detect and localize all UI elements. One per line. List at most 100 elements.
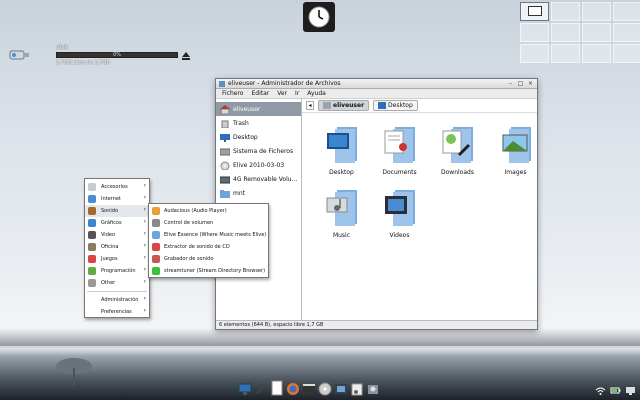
- wifi-icon[interactable]: [595, 385, 606, 396]
- sidebar-item-eliveuser[interactable]: eliveuser: [216, 102, 301, 116]
- menu-item-programacion[interactable]: Programación ›: [85, 265, 149, 277]
- menu-item-label: Video: [101, 232, 116, 238]
- workspace-3[interactable]: [582, 2, 611, 21]
- menu-item-other[interactable]: Other ›: [85, 277, 149, 289]
- submenu-item-2[interactable]: Control de volumen: [149, 217, 268, 229]
- dock-media-icon[interactable]: [334, 378, 348, 396]
- sidebar-item-label: Sistema de Ficheros: [233, 147, 294, 155]
- workspace-4[interactable]: [613, 2, 640, 21]
- menu-ir[interactable]: Ir: [295, 90, 299, 97]
- app-icon: [152, 207, 160, 215]
- sidebar-item-mnt[interactable]: mnt: [216, 186, 301, 200]
- workspace-7[interactable]: [582, 23, 611, 42]
- dock-pen-icon[interactable]: [254, 378, 268, 396]
- maximize-icon[interactable]: □: [517, 80, 524, 87]
- sidebar-item-label: 4G Removable Volu...: [233, 175, 298, 183]
- app-icon: [152, 243, 160, 251]
- sidebar-item-sistema-de-ficheros[interactable]: Sistema de Ficheros: [216, 144, 301, 158]
- menu-item-sonido[interactable]: Sonido ›: [85, 205, 149, 217]
- menu-item-oficina[interactable]: Oficina ›: [85, 241, 149, 253]
- window-title: eliveuser - Administrador de Archivos: [228, 80, 341, 87]
- menu-item-label: Gráficos: [101, 220, 122, 226]
- workspace-2[interactable]: [551, 2, 580, 21]
- file-item-desktop[interactable]: Desktop: [314, 123, 369, 176]
- workspace-5[interactable]: [520, 23, 549, 42]
- sidebar-item-elive-2010-03-03[interactable]: Elive 2010-03-03: [216, 158, 301, 172]
- workspace-6[interactable]: [551, 23, 580, 42]
- file-item-music[interactable]: Music: [314, 186, 369, 239]
- file-item-videos[interactable]: Videos: [372, 186, 427, 239]
- submenu-item-3[interactable]: Elive Essence (Where Music meets Elive): [149, 229, 268, 241]
- battery-icon[interactable]: [610, 385, 621, 396]
- window-titlebar[interactable]: eliveuser - Administrador de Archivos – …: [216, 79, 537, 89]
- usb-drive-icon: [220, 176, 230, 183]
- location-desktop[interactable]: Desktop: [373, 100, 418, 111]
- menu-item-internet[interactable]: Internet ›: [85, 193, 149, 205]
- menu-fichero[interactable]: Fichero: [222, 90, 243, 97]
- menu-item-administracion[interactable]: Administración ›: [85, 294, 149, 306]
- dock-document-icon[interactable]: [270, 378, 284, 396]
- submenu-item-5[interactable]: Grabador de sonido: [149, 253, 268, 265]
- location-eliveuser[interactable]: eliveuser: [318, 100, 370, 111]
- workspace-12[interactable]: [613, 44, 640, 63]
- file-grid: Desktop Documents Downloads Images Music Vide…: [314, 123, 543, 239]
- workspace-8[interactable]: [613, 23, 640, 42]
- menu-editar[interactable]: Editar: [251, 90, 269, 97]
- submenu-item-label: Audacious (Audio Player): [164, 208, 227, 214]
- file-label: Desktop: [329, 169, 354, 176]
- menu-item-label: Other: [101, 280, 116, 286]
- dock-firefox-icon[interactable]: [286, 378, 300, 396]
- submenu-item-label: streamtuner (Stream Directory Browser): [164, 268, 266, 274]
- chevron-right-icon: ›: [143, 230, 146, 237]
- workspace-1[interactable]: [520, 2, 549, 21]
- file-item-downloads[interactable]: Downloads: [430, 123, 485, 176]
- sidebar-item-desktop[interactable]: Desktop: [216, 130, 301, 144]
- sidebar-item-label: Elive 2010-03-03: [233, 161, 285, 169]
- dock-settings-icon[interactable]: [366, 378, 380, 396]
- menu-item-video[interactable]: Video ›: [85, 229, 149, 241]
- usb-label: disk: [56, 44, 69, 51]
- status-bar: 6 elementos (644 B), espacio libre 1,7 G…: [216, 320, 537, 329]
- workspace-11[interactable]: [582, 44, 611, 63]
- location-label: Desktop: [388, 102, 413, 109]
- sidebar-item-trash[interactable]: Trash: [216, 116, 301, 130]
- documents-folder-icon: [384, 127, 415, 163]
- close-icon[interactable]: ×: [527, 80, 534, 87]
- menu-item-accesorios[interactable]: Accesorios ›: [85, 181, 149, 193]
- desktop-icon: [378, 102, 387, 109]
- minimize-icon[interactable]: –: [507, 80, 514, 87]
- menu-ver[interactable]: Ver: [277, 90, 287, 97]
- clock-widget[interactable]: [303, 2, 335, 32]
- file-label: Documents: [382, 169, 417, 176]
- location-back-icon[interactable]: ◂: [306, 101, 314, 110]
- monitor-icon[interactable]: [625, 385, 636, 396]
- file-item-images[interactable]: Images: [488, 123, 543, 176]
- menu-item-preferencias[interactable]: Preferencias ›: [85, 306, 149, 318]
- file-item-documents[interactable]: Documents: [372, 123, 427, 176]
- system-tray: [595, 385, 636, 396]
- dock-monitor-icon[interactable]: [238, 378, 252, 396]
- dock-music-icon[interactable]: [350, 378, 364, 396]
- menu-ayuda[interactable]: Ayuda: [307, 90, 326, 97]
- usb-storage-widget[interactable]: disk 0% 3,7GB Libre de 3,7GB: [8, 44, 190, 68]
- workspace-10[interactable]: [551, 44, 580, 63]
- wallpaper-horizon: [0, 346, 640, 356]
- chevron-right-icon: ›: [143, 182, 146, 189]
- submenu-item-1[interactable]: Audacious (Audio Player): [149, 205, 268, 217]
- submenu-item-4[interactable]: Extractor de sonido de CD: [149, 241, 268, 253]
- dock-clapper-icon[interactable]: [302, 378, 316, 396]
- workspace-9[interactable]: [520, 44, 549, 63]
- submenu-item-6[interactable]: streamtuner (Stream Directory Browser): [149, 265, 268, 277]
- file-label: Images: [504, 169, 527, 176]
- clock-icon: [308, 6, 330, 28]
- sidebar-item-label: Trash: [233, 119, 249, 127]
- menu-item-juegos[interactable]: Juegos ›: [85, 253, 149, 265]
- trash-icon: [221, 120, 229, 128]
- eject-icon[interactable]: [182, 52, 190, 60]
- menu-item-graficos[interactable]: Gráficos ›: [85, 217, 149, 229]
- dock-cd-icon[interactable]: [318, 378, 332, 396]
- workspace-pager[interactable]: [520, 2, 640, 66]
- sidebar-item-4g-removable-volu[interactable]: 4G Removable Volu...: [216, 172, 301, 186]
- chevron-right-icon: ›: [143, 266, 146, 273]
- chevron-right-icon: ›: [143, 254, 146, 261]
